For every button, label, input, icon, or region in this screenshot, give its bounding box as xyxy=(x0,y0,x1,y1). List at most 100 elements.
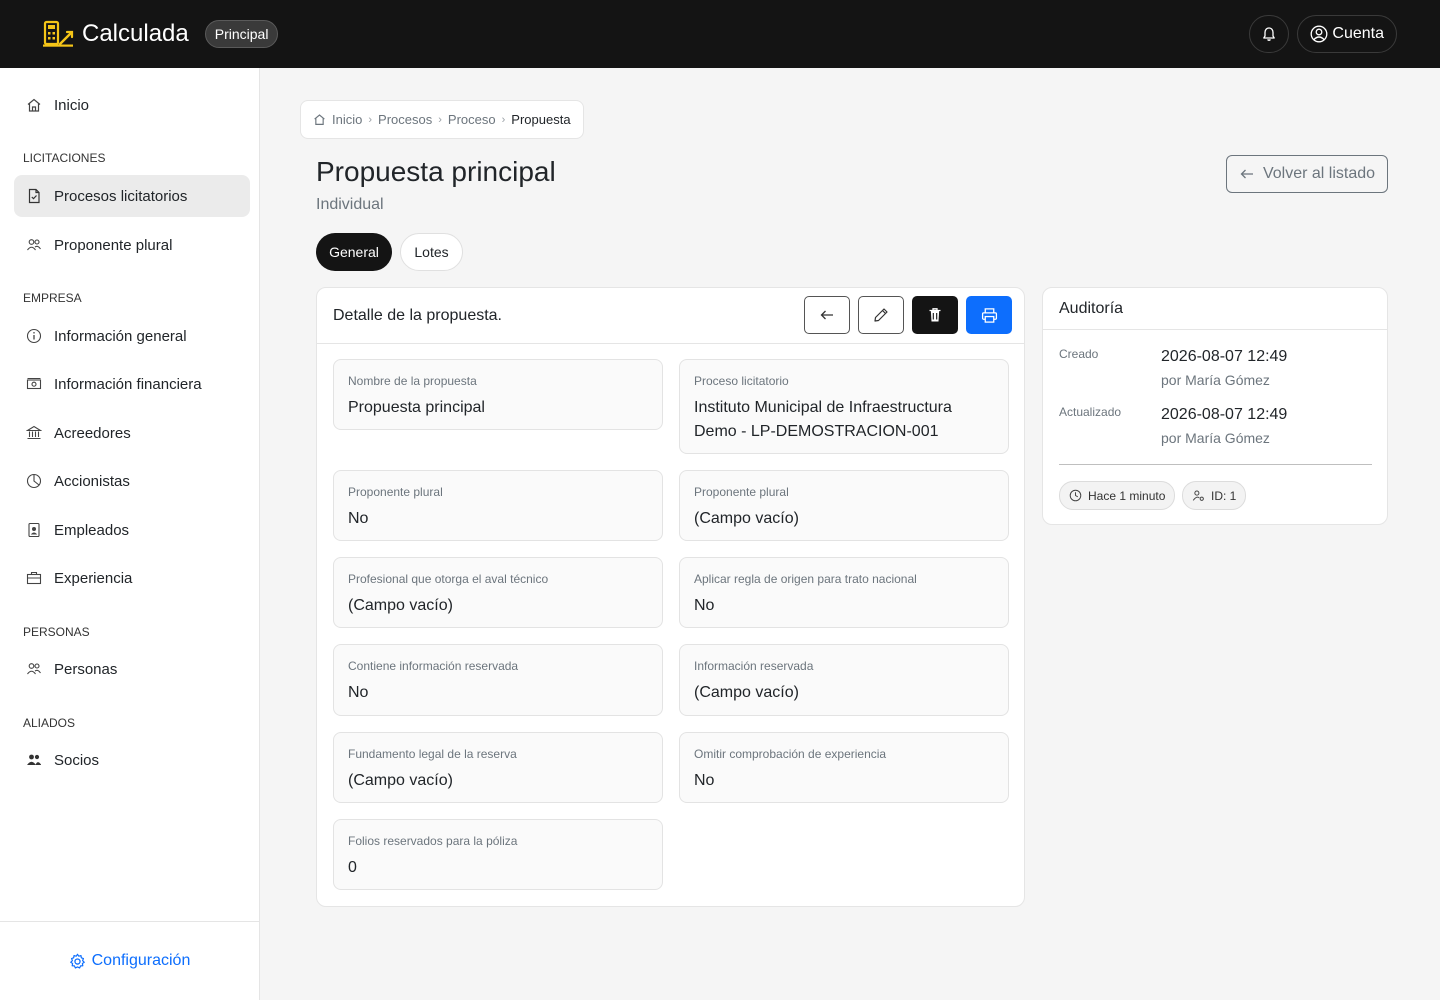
sidebar-item-label: Socios xyxy=(54,751,100,769)
sidebar-item-procesos-licitatorios[interactable]: Procesos licitatorios xyxy=(14,175,250,217)
briefcase-icon xyxy=(26,571,42,585)
field-label: Profesional que otorga el aval técnico xyxy=(348,572,549,586)
print-button[interactable] xyxy=(966,296,1012,334)
calculator-logo-icon xyxy=(43,20,74,47)
gear-icon xyxy=(69,953,85,969)
sidebar-item-experiencia[interactable]: Experiencia xyxy=(14,557,250,599)
breadcrumb-item-proceso[interactable]: Proceso xyxy=(448,112,496,127)
field-value: (Campo vacío) xyxy=(694,510,799,527)
pie-chart-icon xyxy=(26,473,42,489)
sidebar-item-inicio[interactable]: Inicio xyxy=(14,84,250,126)
sidebar-section-licitaciones: LICITACIONES xyxy=(23,151,106,165)
field-value: 0 xyxy=(348,859,357,876)
settings-label: Configuración xyxy=(91,952,191,969)
audit-divider xyxy=(1059,464,1372,465)
sidebar-item-socios[interactable]: Socios xyxy=(14,739,250,781)
tab-lotes[interactable]: Lotes xyxy=(400,233,463,271)
person-gear-icon xyxy=(1192,490,1204,501)
relative-time-chip: Hace 1 minuto xyxy=(1059,481,1176,510)
field-value: No xyxy=(348,510,369,527)
arrow-left-icon xyxy=(820,310,833,320)
field-value: Instituto Municipal de Infraestructura D… xyxy=(694,399,952,440)
people-fill-icon xyxy=(27,754,41,765)
sidebar-item-personas[interactable]: Personas xyxy=(14,648,250,690)
person-badge-icon xyxy=(28,522,40,538)
field-label: Omitir comprobación de experiencia xyxy=(694,747,887,761)
detail-card: Detalle de la propuesta. Nombre de la pr… xyxy=(316,287,1025,907)
back-to-list-button[interactable]: Volver al listado xyxy=(1226,155,1388,193)
cash-icon xyxy=(26,378,42,390)
field-label: Proceso licitatorio xyxy=(694,374,789,388)
audit-card: Auditoría Creado 2026-08-07 12:49 por Ma… xyxy=(1042,287,1388,525)
field-label: Proponente plural xyxy=(694,485,789,499)
field-label: Folios reservados para la póliza xyxy=(348,834,518,848)
brand[interactable]: Calculada xyxy=(42,20,189,48)
chevron-right-icon: › xyxy=(438,113,442,126)
sidebar-item-informacion-financiera[interactable]: Información financiera xyxy=(14,363,250,405)
sidebar-item-label: Inicio xyxy=(54,96,90,114)
sidebar-item-label: Información general xyxy=(54,327,187,345)
field-proceso-licitatorio: Proceso licitatorio Instituto Municipal … xyxy=(679,359,1009,454)
home-icon xyxy=(314,114,325,125)
sidebar-section-empresa: EMPRESA xyxy=(23,291,82,305)
sidebar-item-label: Accionistas xyxy=(54,472,130,490)
bell-icon xyxy=(1263,27,1276,41)
info-circle-icon xyxy=(26,328,42,344)
field-regla-origen: Aplicar regla de origen para trato nacio… xyxy=(679,557,1009,628)
trash-icon xyxy=(929,308,941,322)
breadcrumb-item-current: Propuesta xyxy=(511,112,571,127)
bank-icon xyxy=(26,425,42,440)
audit-created-date: 2026-08-07 12:49 xyxy=(1161,348,1288,365)
notifications-button[interactable] xyxy=(1249,15,1290,53)
account-button[interactable]: Cuenta xyxy=(1297,15,1397,53)
sidebar-item-label: Procesos licitatorios xyxy=(54,187,188,205)
breadcrumb-item-inicio[interactable]: Inicio xyxy=(332,112,362,127)
field-label: Fundamento legal de la reserva xyxy=(348,747,517,761)
field-label: Contiene información reservada xyxy=(348,659,519,673)
field-value: No xyxy=(694,597,715,614)
people-icon xyxy=(27,663,41,675)
sidebar-item-empleados[interactable]: Empleados xyxy=(14,509,250,551)
back-button[interactable] xyxy=(804,296,850,334)
field-label: Proponente plural xyxy=(348,485,443,499)
account-label: Cuenta xyxy=(1332,25,1384,42)
page-title: Propuesta principal xyxy=(316,156,556,187)
context-badge: Principal xyxy=(204,20,279,48)
sidebar-section-personas: PERSONAS xyxy=(23,625,90,639)
audit-updated-label: Actualizado xyxy=(1059,405,1122,419)
clock-icon xyxy=(1069,489,1082,502)
audit-updated-by: por María Gómez xyxy=(1161,430,1270,446)
sidebar-item-accionistas[interactable]: Accionistas xyxy=(14,460,250,502)
app-name: Calculada xyxy=(82,20,189,47)
field-label: Nombre de la propuesta xyxy=(348,374,477,388)
audit-title: Auditoría xyxy=(1043,288,1387,330)
sidebar: Inicio LICITACIONES Procesos licitatorio… xyxy=(0,68,260,1000)
breadcrumb-item-procesos[interactable]: Procesos xyxy=(378,112,432,127)
sidebar-item-label: Personas xyxy=(54,660,118,678)
back-to-list-label: Volver al listado xyxy=(1262,165,1376,182)
field-value: Propuesta principal xyxy=(348,399,485,416)
tab-general[interactable]: General xyxy=(316,233,392,271)
field-label: Información reservada xyxy=(694,659,814,673)
document-check-icon xyxy=(28,188,40,204)
sidebar-item-proponente-plural[interactable]: Proponente plural xyxy=(14,224,250,266)
page-subtitle: Individual xyxy=(316,196,384,213)
delete-button[interactable] xyxy=(912,296,958,334)
sidebar-item-informacion-general[interactable]: Información general xyxy=(14,315,250,357)
sidebar-item-acreedores[interactable]: Acreedores xyxy=(14,412,250,454)
chevron-right-icon: › xyxy=(501,113,506,126)
sidebar-item-label: Información financiera xyxy=(54,375,202,393)
field-proponente-plural: Proponente plural No xyxy=(333,470,663,541)
edit-button[interactable] xyxy=(858,296,904,334)
people-icon xyxy=(27,239,41,251)
detail-card-title: Detalle de la propuesta. xyxy=(333,307,502,324)
id-chip: ID: 1 xyxy=(1182,481,1247,510)
sidebar-section-aliados: ALIADOS xyxy=(23,716,76,730)
settings-link[interactable]: Configuración xyxy=(0,921,259,1000)
field-value: (Campo vacío) xyxy=(348,597,453,614)
field-value: No xyxy=(694,772,715,789)
pencil-icon xyxy=(874,308,888,322)
sidebar-item-label: Experiencia xyxy=(54,569,133,587)
audit-created-label: Creado xyxy=(1059,347,1099,361)
field-folios-reservados: Folios reservados para la póliza 0 xyxy=(333,819,663,890)
